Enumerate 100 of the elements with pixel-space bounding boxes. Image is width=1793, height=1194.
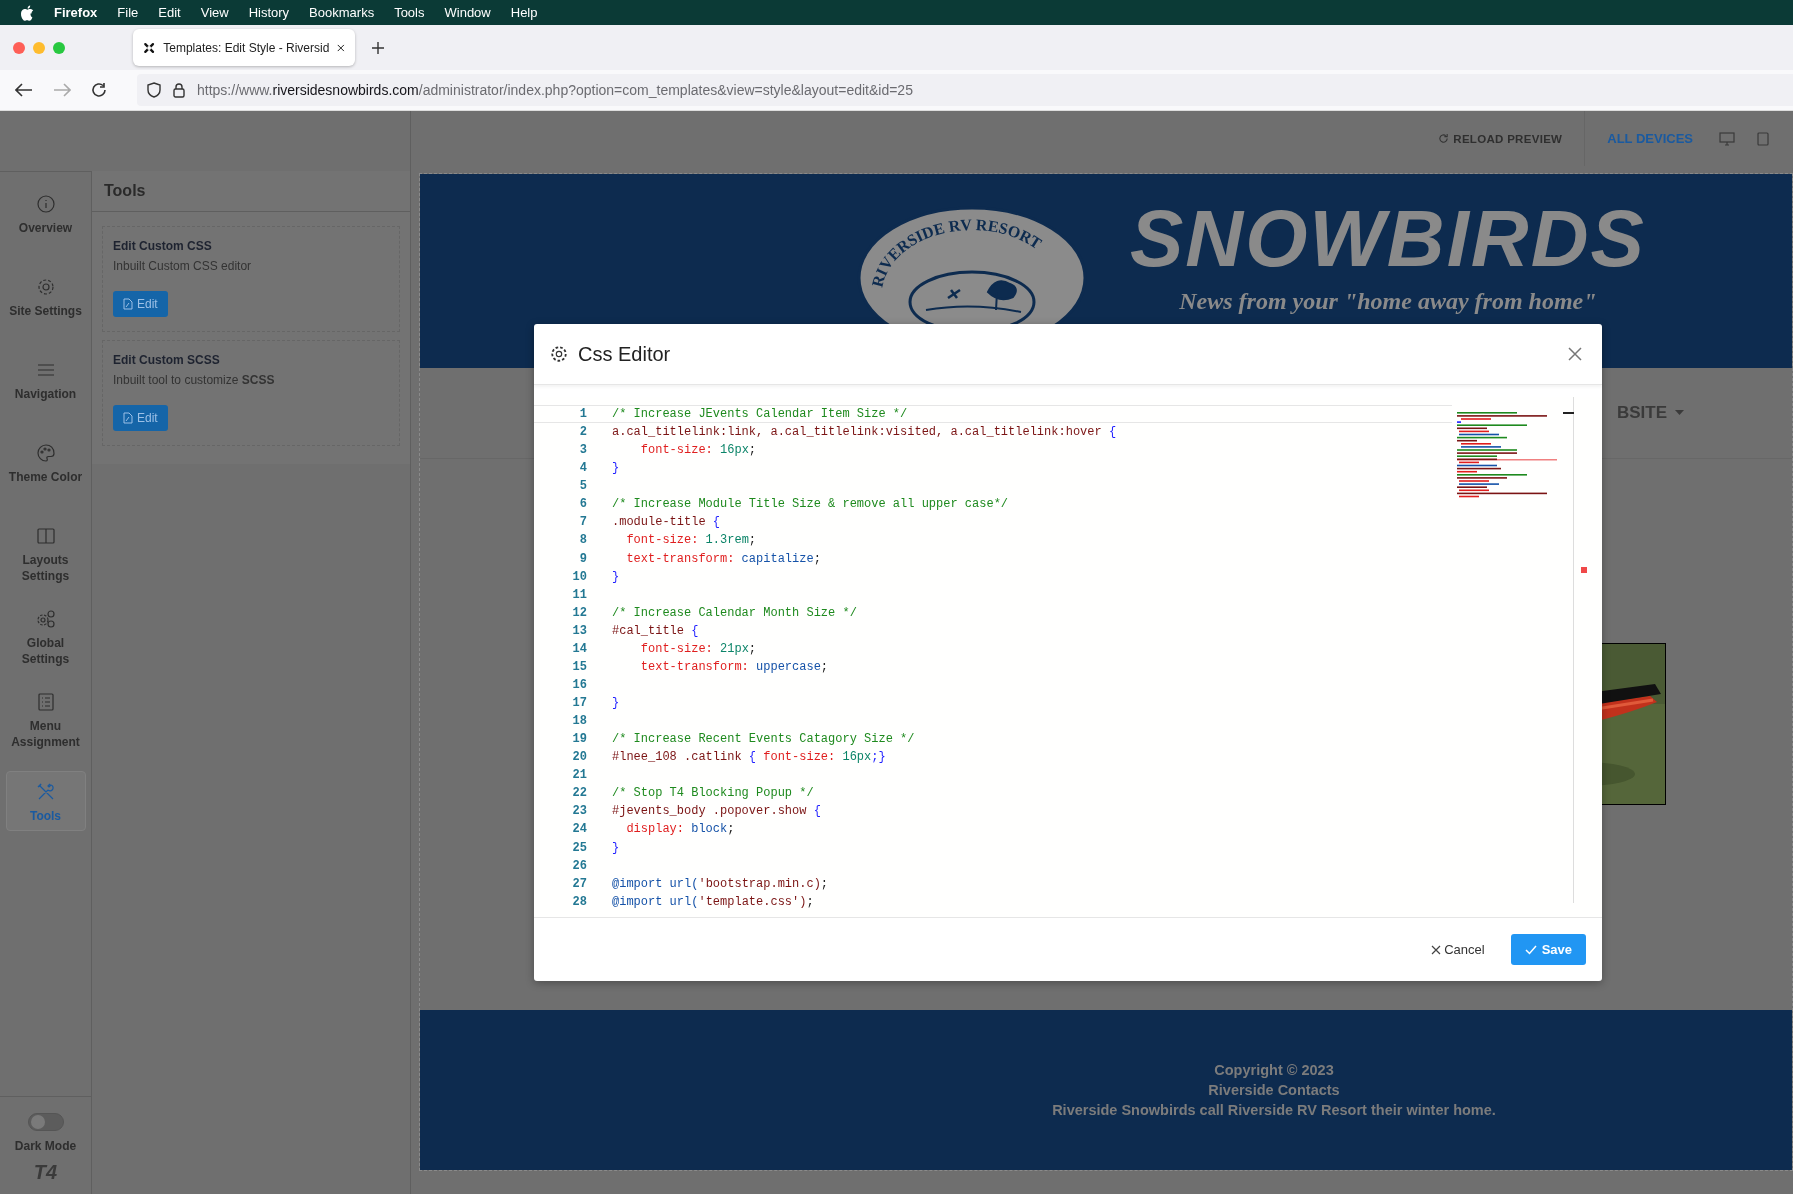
line-number: 24: [571, 822, 587, 837]
lock-icon[interactable]: [173, 82, 185, 98]
code-line: @import url('bootstrap.min.c);: [612, 876, 829, 891]
footer-text: Riverside Snowbirds call Riverside RV Resort their winter home.: [1052, 1102, 1496, 1118]
sidebar-item[interactable]: Theme Color: [5, 439, 86, 515]
code-line: @import url('template.css');: [612, 894, 814, 909]
edit-button[interactable]: Edit: [113, 291, 168, 317]
line-number: 1: [578, 407, 587, 422]
reload-icon[interactable]: [91, 82, 107, 98]
reload-icon: [1438, 133, 1450, 144]
sidebar-item[interactable]: Layouts Settings: [5, 522, 86, 598]
line-number: 19: [571, 732, 587, 747]
palette-icon: [35, 443, 56, 463]
menu-bar-item[interactable]: Firefox: [54, 5, 98, 20]
menu-bar-item[interactable]: Bookmarks: [309, 5, 375, 20]
line-number: 12: [571, 605, 587, 620]
code-line: text-transform: capitalize;: [625, 551, 821, 566]
gear-icon: [35, 277, 56, 297]
line-number: 9: [578, 551, 587, 566]
error-marker: [1581, 567, 1587, 573]
code-line: /* Stop T4 Blocking Popup */: [612, 786, 814, 801]
code-line: }: [612, 696, 620, 711]
checklist-icon: [35, 692, 56, 712]
browser-tab[interactable]: Templates: Edit Style - Riversid: [133, 29, 355, 66]
line-number: 20: [571, 750, 587, 765]
menu-bar-item[interactable]: Help: [510, 5, 538, 20]
footer-text: Riverside Contacts: [1208, 1082, 1340, 1098]
line-number: 13: [571, 623, 587, 638]
code-line: }: [612, 569, 620, 584]
line-number: 16: [571, 677, 587, 692]
dark-mode-toggle[interactable]: [27, 1113, 64, 1131]
code-editor[interactable]: [534, 397, 1602, 918]
menu-bar-item[interactable]: History: [248, 5, 290, 20]
card-title: Edit Custom SCSS: [113, 353, 220, 367]
line-number: 21: [571, 768, 587, 783]
line-number: 5: [578, 479, 587, 494]
sidebar-item[interactable]: Site Settings: [5, 273, 86, 349]
gears-icon: [35, 609, 56, 629]
code-line: /* Increase Calendar Month Size */: [612, 605, 857, 620]
edit-button[interactable]: Edit: [113, 405, 168, 431]
card-description: Inbuilt Custom CSS editor: [113, 259, 252, 273]
menu-bar-item[interactable]: Edit: [158, 5, 181, 20]
code-line: }: [612, 461, 620, 476]
line-number: 26: [571, 858, 587, 873]
close-icon[interactable]: [337, 42, 345, 53]
document-icon: [123, 298, 133, 310]
close-icon[interactable]: [1568, 347, 1582, 361]
code-line: /* Increase Module Title Size & remove all upper case*/: [612, 497, 1009, 512]
address-field[interactable]: https://www.riversidesnowbirds.com/administrator/index.php?option=com_templates&view=style&layout=edit&id=25: [137, 74, 1793, 106]
sidebar-item[interactable]: Global Settings: [5, 605, 86, 681]
sidebar-item[interactable]: Overview: [5, 190, 86, 266]
document-icon: [123, 412, 133, 424]
line-number: 27: [571, 876, 587, 891]
new-tab-icon[interactable]: [371, 40, 385, 55]
line-number: 7: [578, 515, 587, 530]
code-line: display: block;: [625, 822, 735, 837]
code-line: font-size: 21px;: [639, 641, 757, 656]
toggle-label: Dark Mode: [14, 1139, 77, 1153]
sidebar-item[interactable]: Navigation: [5, 356, 86, 432]
line-number: 8: [578, 533, 587, 548]
line-number: 14: [571, 641, 587, 656]
caret-icon: [1675, 410, 1684, 416]
line-number: 18: [571, 714, 587, 729]
columns-icon: [35, 526, 56, 546]
apple-icon[interactable]: [20, 4, 34, 21]
close-window-icon[interactable]: [13, 41, 25, 54]
menu-bar-item[interactable]: File: [117, 5, 139, 20]
code-line: a.cal_titlelink:link, a.cal_titlelink:visited, a.cal_titlelink:hover {: [612, 425, 1117, 440]
code-line: }: [612, 840, 620, 855]
code-line: text-transform: uppercase;: [639, 659, 829, 674]
dialog-title: Css Editor: [578, 342, 671, 366]
line-number: 28: [571, 894, 587, 909]
code-line: #cal_title {: [612, 623, 699, 638]
code-line: font-size: 16px;: [639, 443, 757, 458]
info-icon: [35, 194, 56, 214]
code-line: /* Increase Recent Events Catagory Size */: [612, 732, 915, 747]
line-number: 4: [578, 461, 587, 476]
panel-title: Tools: [92, 171, 410, 212]
code-line: /* Increase JEvents Calendar Item Size */: [612, 407, 908, 422]
card-title: Edit Custom CSS: [113, 239, 212, 253]
sidebar-item[interactable]: Menu Assignment: [5, 688, 86, 764]
save-button[interactable]: Save: [1510, 934, 1586, 965]
back-icon[interactable]: [15, 83, 33, 97]
line-number: 3: [578, 443, 587, 458]
code-line: font-size: 1.3rem;: [625, 533, 757, 548]
close-icon: [1431, 944, 1442, 955]
card-description: Inbuilt tool to customize SCSS: [113, 373, 275, 387]
check-icon: [1524, 944, 1537, 955]
line-number: 17: [571, 696, 587, 711]
menu-bar-item[interactable]: View: [200, 5, 229, 20]
line-number: 22: [571, 786, 587, 801]
reload-preview-button[interactable]: RELOAD PREVIEW: [1438, 132, 1563, 145]
menu-bar-item[interactable]: Window: [444, 5, 491, 20]
line-number: 15: [571, 659, 587, 674]
line-number: 10: [571, 569, 587, 584]
line-number: 25: [571, 840, 587, 855]
cancel-button[interactable]: Cancel: [1429, 936, 1487, 963]
shield-icon[interactable]: [147, 82, 161, 98]
menu-bar-item[interactable]: Tools: [394, 5, 425, 20]
code-line: .module-title {: [612, 515, 721, 530]
